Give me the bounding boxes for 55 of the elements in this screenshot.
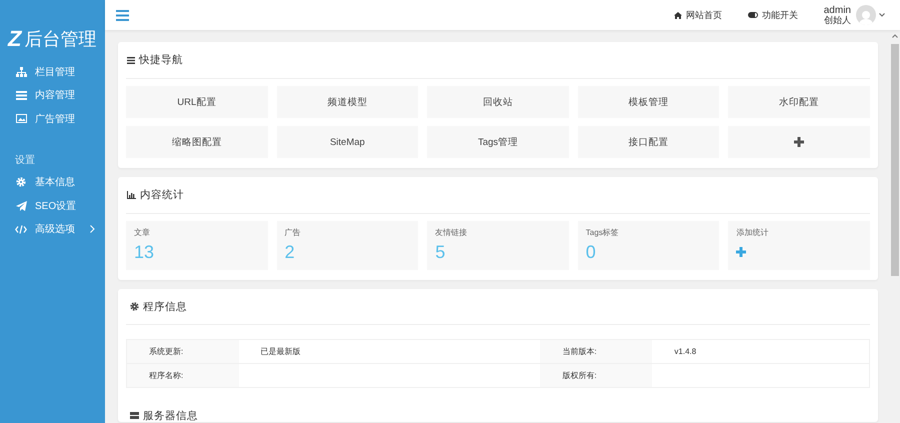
info-value: v1.4.8 [652,340,870,364]
home-icon [674,12,682,18]
menu-icon[interactable] [116,10,129,20]
plus-icon [794,137,804,147]
stat-label: 广告 [284,227,302,238]
bar-chart-icon [127,191,136,199]
scroll-up-icon[interactable] [892,34,898,38]
chevron-right-icon [90,225,95,234]
stat-value: 5 [435,243,446,261]
gear-icon [130,302,139,311]
server-icon [130,412,139,420]
info-label: 当前版本: [540,340,652,364]
menu-lines-icon [127,56,135,64]
shortcut-tile[interactable]: 缩略图配置 [126,126,268,158]
stat-value: 13 [134,243,156,261]
shortcut-tile[interactable]: URL配置 [126,86,268,118]
card-title: 快捷导航 [139,53,183,67]
shortcut-tile[interactable]: 回收站 [427,86,569,118]
toggle-icon [748,12,758,18]
card-title: 服务器信息 [143,410,198,422]
stat-label: 友情链接 [435,227,468,238]
user-role: 创始人 [824,16,851,24]
info-label: 系统更新: [126,340,238,364]
stat-label: 文章 [134,227,151,238]
stat-tile[interactable]: 添加统计 [728,221,870,270]
list-icon [16,90,26,100]
info-label: 程序名称: [126,364,238,388]
topbar-link[interactable]: 功能开关 [748,8,798,22]
code-icon [15,224,27,234]
add-shortcut-tile[interactable] [728,126,870,158]
topbar-link[interactable]: 网站首页 [674,8,722,22]
logo-mark: Z [8,28,22,50]
plus-icon[interactable] [736,247,746,257]
gear-icon [16,177,26,188]
stat-value: 0 [586,243,597,261]
shortcut-tile[interactable]: 水印配置 [728,86,870,118]
caret-icon[interactable] [879,13,885,17]
stat-value: 2 [284,243,296,261]
shortcut-tile[interactable]: Tags管理 [427,126,569,158]
info-value: 已是最新版 [238,340,540,364]
card-title: 内容统计 [140,188,184,202]
logo-text: 后台管理 [24,30,96,48]
user-name: admin [824,6,851,16]
paper-plane-icon [16,200,26,211]
stat-label: Tags标签 [586,227,620,238]
stat-label: 添加统计 [736,227,770,238]
menu-heading: 设置 [14,154,36,168]
card-title: 程序信息 [143,300,187,314]
shortcut-tile[interactable]: 频道模型 [276,86,418,118]
sitemap-icon [16,66,26,77]
shortcut-tile[interactable]: 接口配置 [578,126,720,158]
info-label: 版权所有: [540,364,652,388]
shortcut-tile[interactable]: SiteMap [276,126,418,158]
shortcut-tile[interactable]: 模板管理 [578,86,720,118]
image-icon [16,114,26,124]
